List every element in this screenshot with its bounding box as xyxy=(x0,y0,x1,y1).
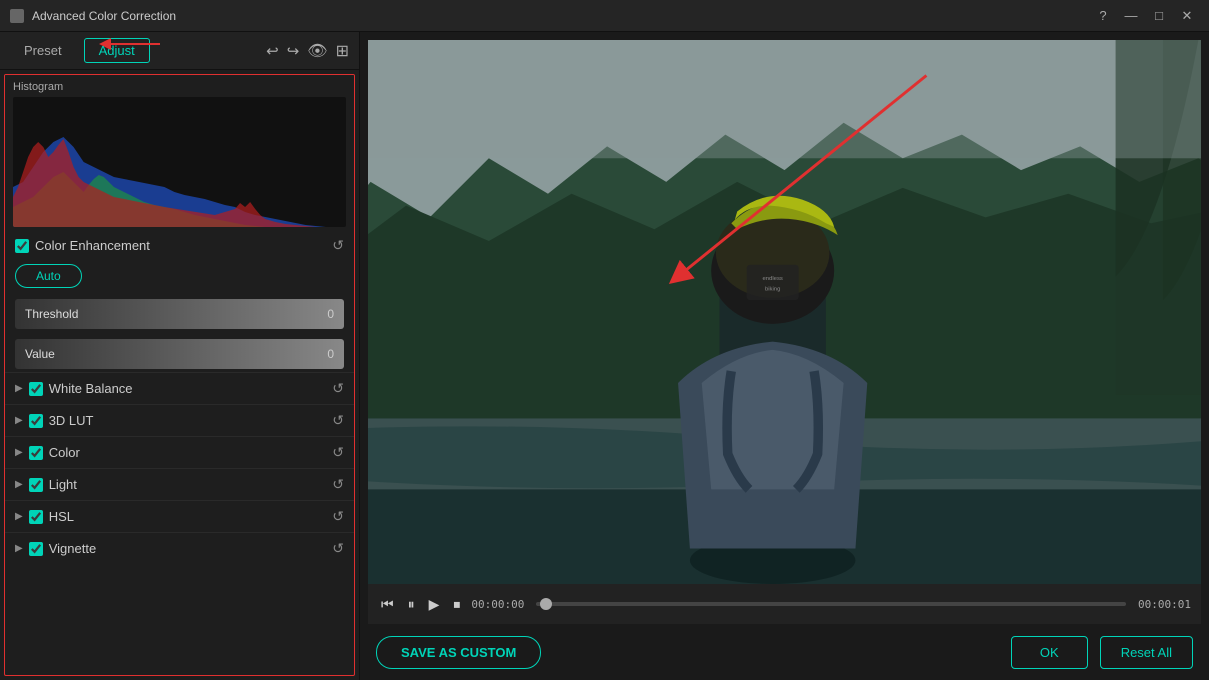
play-button[interactable]: ▶ xyxy=(426,593,443,616)
section-item-left-color: ▶ Color xyxy=(15,445,80,460)
video-svg: endless biking xyxy=(368,40,1201,584)
reset-button-light[interactable]: ↺ xyxy=(332,476,344,493)
checkbox-white-balance[interactable] xyxy=(29,382,43,396)
section-label-3d-lut: 3D LUT xyxy=(49,413,94,428)
value-row: Value 0 xyxy=(5,336,354,372)
auto-button-row: Auto xyxy=(5,260,354,296)
expand-arrow-vignette: ▶ xyxy=(15,543,23,554)
left-panel-content: Histogram Color Enhancement xyxy=(4,74,355,676)
action-buttons-right: OK Reset All xyxy=(1011,636,1193,669)
window-title: Advanced Color Correction xyxy=(32,9,176,23)
reset-button-vignette[interactable]: ↺ xyxy=(332,540,344,557)
section-label-light: Light xyxy=(49,477,77,492)
left-panel: Preset Adjust ↩ ↪ 👁 ⊞ xyxy=(0,32,360,680)
section-item-left-3d-lut: ▶ 3D LUT xyxy=(15,413,94,428)
ok-button[interactable]: OK xyxy=(1011,636,1088,669)
expand-arrow-light: ▶ xyxy=(15,479,23,490)
expand-arrow-color: ▶ xyxy=(15,447,23,458)
video-scene: endless biking xyxy=(368,40,1201,584)
reset-all-button[interactable]: Reset All xyxy=(1100,636,1193,669)
pause-button[interactable]: ⏸ xyxy=(405,593,418,616)
section-label-color: Color xyxy=(49,445,80,460)
minimize-button[interactable]: — xyxy=(1119,4,1143,28)
threshold-value: 0 xyxy=(327,307,334,321)
main-layout: Preset Adjust ↩ ↪ 👁 ⊞ xyxy=(0,32,1209,680)
histogram-label: Histogram xyxy=(13,81,346,93)
reset-button-color[interactable]: ↺ xyxy=(332,444,344,461)
checkbox-hsl[interactable] xyxy=(29,510,43,524)
section-item-3d-lut: ▶ 3D LUT ↺ xyxy=(5,404,354,436)
action-bar: SAVE AS CUSTOM OK Reset All xyxy=(360,624,1209,680)
reset-button-hsl[interactable]: ↺ xyxy=(332,508,344,525)
threshold-row: Threshold 0 xyxy=(5,296,354,332)
section-item-vignette: ▶ Vignette ↺ xyxy=(5,532,354,564)
color-enhancement-checkbox[interactable] xyxy=(15,239,29,253)
reset-button-3d-lut[interactable]: ↺ xyxy=(332,412,344,429)
tabs-row: Preset Adjust ↩ ↪ 👁 ⊞ xyxy=(0,32,359,70)
section-item-light: ▶ Light ↺ xyxy=(5,468,354,500)
histogram-canvas xyxy=(13,97,346,227)
value-slider[interactable]: Value 0 xyxy=(15,339,344,369)
grid-icon-button[interactable]: ⊞ xyxy=(336,41,349,61)
threshold-label: Threshold xyxy=(25,307,78,321)
maximize-button[interactable]: □ xyxy=(1147,4,1171,28)
checkbox-light[interactable] xyxy=(29,478,43,492)
svg-text:biking: biking xyxy=(765,287,780,293)
title-bar-left: Advanced Color Correction xyxy=(10,9,176,23)
section-label-white-balance: White Balance xyxy=(49,381,133,396)
expand-arrow-3d-lut: ▶ xyxy=(15,415,23,426)
section-item-left-hsl: ▶ HSL xyxy=(15,509,74,524)
playback-bar: ⏮ ⏸ ▶ ⏹ 00:00:00 00:00:01 xyxy=(368,584,1201,624)
reset-button-white-balance[interactable]: ↺ xyxy=(332,380,344,397)
expand-arrow-white-balance: ▶ xyxy=(15,383,23,394)
time-current: 00:00:00 xyxy=(471,598,524,611)
section-item-left-light: ▶ Light xyxy=(15,477,77,492)
right-panel: endless biking xyxy=(360,32,1209,680)
title-bar: Advanced Color Correction ? — □ ✕ xyxy=(0,0,1209,32)
section-label-hsl: HSL xyxy=(49,509,74,524)
color-enhancement-label: Color Enhancement xyxy=(35,238,150,253)
color-enhancement-reset-button[interactable]: ↺ xyxy=(332,237,344,254)
close-button[interactable]: ✕ xyxy=(1175,4,1199,28)
section-item-color: ▶ Color ↺ xyxy=(5,436,354,468)
stop-button[interactable]: ⏹ xyxy=(450,593,463,616)
color-enhancement-left: Color Enhancement xyxy=(15,238,150,253)
section-label-vignette: Vignette xyxy=(49,541,96,556)
title-bar-controls: ? — □ ✕ xyxy=(1091,4,1199,28)
top-right-icons: 👁 ⊞ xyxy=(307,41,349,61)
progress-thumb[interactable] xyxy=(540,598,552,610)
histogram-svg xyxy=(13,97,346,227)
tab-adjust[interactable]: Adjust xyxy=(84,38,150,63)
value-value: 0 xyxy=(327,347,334,361)
svg-text:endless: endless xyxy=(762,276,782,282)
checkbox-color[interactable] xyxy=(29,446,43,460)
section-item-left-vignette: ▶ Vignette xyxy=(15,541,96,556)
auto-button[interactable]: Auto xyxy=(15,264,82,288)
checkbox-3d-lut[interactable] xyxy=(29,414,43,428)
redo-button[interactable]: ↪ xyxy=(287,42,300,60)
eye-icon-button[interactable]: 👁 xyxy=(307,41,327,61)
histogram-section: Histogram xyxy=(5,75,354,231)
sections-list: ▶ White Balance ↺ ▶ 3D LUT ↺ ▶ Color ↺ ▶ xyxy=(5,372,354,564)
video-preview: endless biking xyxy=(368,40,1201,584)
undo-button[interactable]: ↩ xyxy=(266,42,279,60)
progress-track[interactable] xyxy=(536,602,1126,606)
checkbox-vignette[interactable] xyxy=(29,542,43,556)
section-item-left-white-balance: ▶ White Balance xyxy=(15,381,133,396)
expand-arrow-hsl: ▶ xyxy=(15,511,23,522)
section-item-hsl: ▶ HSL ↺ xyxy=(5,500,354,532)
help-button[interactable]: ? xyxy=(1091,4,1115,28)
tab-preset[interactable]: Preset xyxy=(10,39,76,62)
save-as-custom-button[interactable]: SAVE AS CUSTOM xyxy=(376,636,541,669)
rewind-button[interactable]: ⏮ xyxy=(378,593,397,616)
threshold-slider[interactable]: Threshold 0 xyxy=(15,299,344,329)
color-enhancement-header: Color Enhancement ↺ xyxy=(5,231,354,260)
app-icon xyxy=(10,9,24,23)
time-end: 00:00:01 xyxy=(1138,598,1191,611)
section-item-white-balance: ▶ White Balance ↺ xyxy=(5,372,354,404)
value-label: Value xyxy=(25,347,55,361)
